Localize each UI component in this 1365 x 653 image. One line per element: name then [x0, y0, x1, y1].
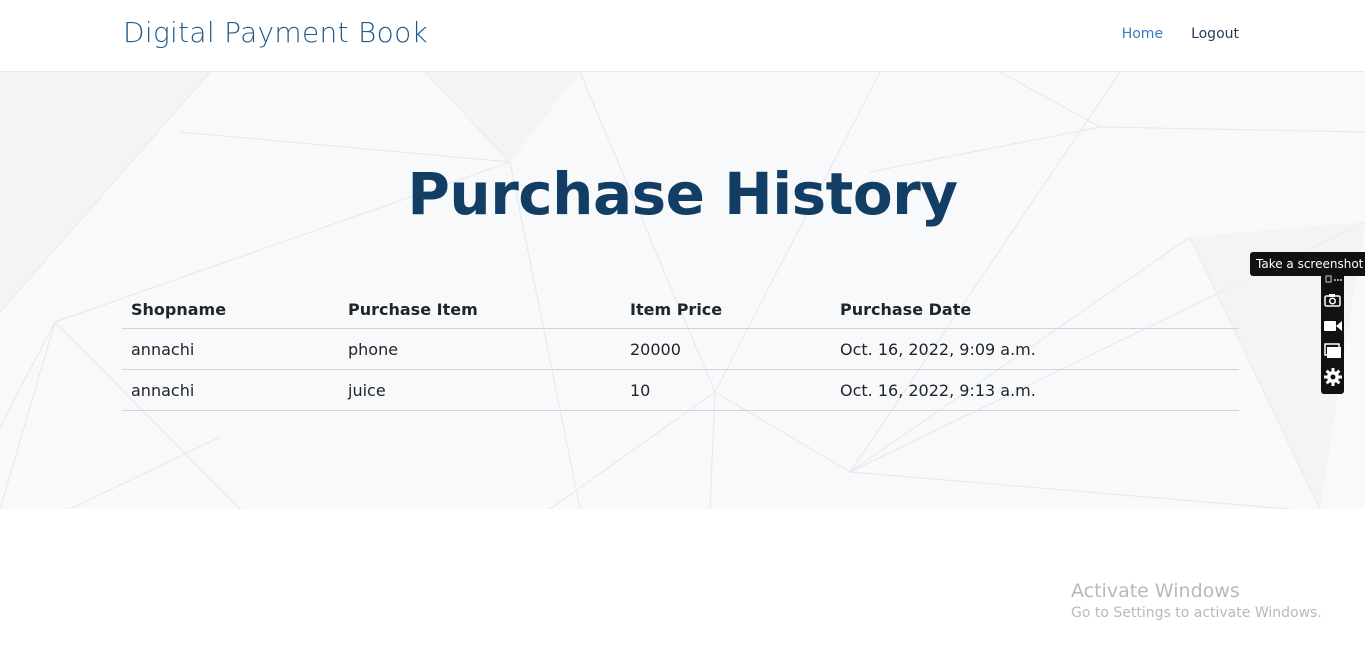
screenshot-icon[interactable] [1323, 290, 1342, 309]
cell-item-price: 10 [621, 369, 831, 411]
cell-shopname: annachi [122, 328, 339, 370]
top-navbar: Digital Payment Book Home Logout [0, 0, 1365, 72]
purchase-history-section: Purchase History Shopname Purchase Item … [0, 72, 1365, 509]
toolbar-menu-icon[interactable] [1323, 274, 1342, 286]
activation-subtitle: Go to Settings to activate Windows. [1071, 605, 1322, 621]
gear-icon[interactable] [1323, 367, 1342, 386]
column-header-item-price: Item Price [621, 288, 831, 329]
activation-title: Activate Windows [1071, 580, 1240, 602]
cell-purchase-item: phone [339, 328, 621, 370]
table-header-row: Shopname Purchase Item Item Price Purcha… [122, 288, 1239, 329]
table-row: annachi juice 10 Oct. 16, 2022, 9:13 a.m… [122, 369, 1239, 411]
video-camera-icon[interactable] [1323, 316, 1342, 335]
cell-shopname: annachi [122, 369, 339, 411]
page-title: Purchase History [407, 160, 958, 228]
brand-logo-text[interactable]: Digital Payment Book [123, 16, 428, 49]
table-row: annachi phone 20000 Oct. 16, 2022, 9:09 … [122, 328, 1239, 370]
cell-purchase-date: Oct. 16, 2022, 9:13 a.m. [831, 369, 1239, 411]
column-header-purchase-item: Purchase Item [339, 288, 621, 329]
column-header-purchase-date: Purchase Date [831, 288, 1239, 329]
window-icon[interactable] [1323, 341, 1342, 360]
nav-logout-link[interactable]: Logout [1191, 26, 1239, 42]
purchase-history-table: Shopname Purchase Item Item Price Purcha… [122, 288, 1239, 411]
capture-toolbar [1321, 273, 1344, 394]
cell-purchase-item: juice [339, 369, 621, 411]
cell-item-price: 20000 [621, 328, 831, 370]
screenshot-tooltip: Take a screenshot [1250, 252, 1365, 276]
nav-links: Home Logout [1122, 26, 1239, 42]
windows-activation-watermark: Activate Windows Go to Settings to activ… [1071, 580, 1322, 621]
nav-home-link[interactable]: Home [1122, 26, 1163, 42]
column-header-shopname: Shopname [122, 288, 339, 329]
cell-purchase-date: Oct. 16, 2022, 9:09 a.m. [831, 328, 1239, 370]
